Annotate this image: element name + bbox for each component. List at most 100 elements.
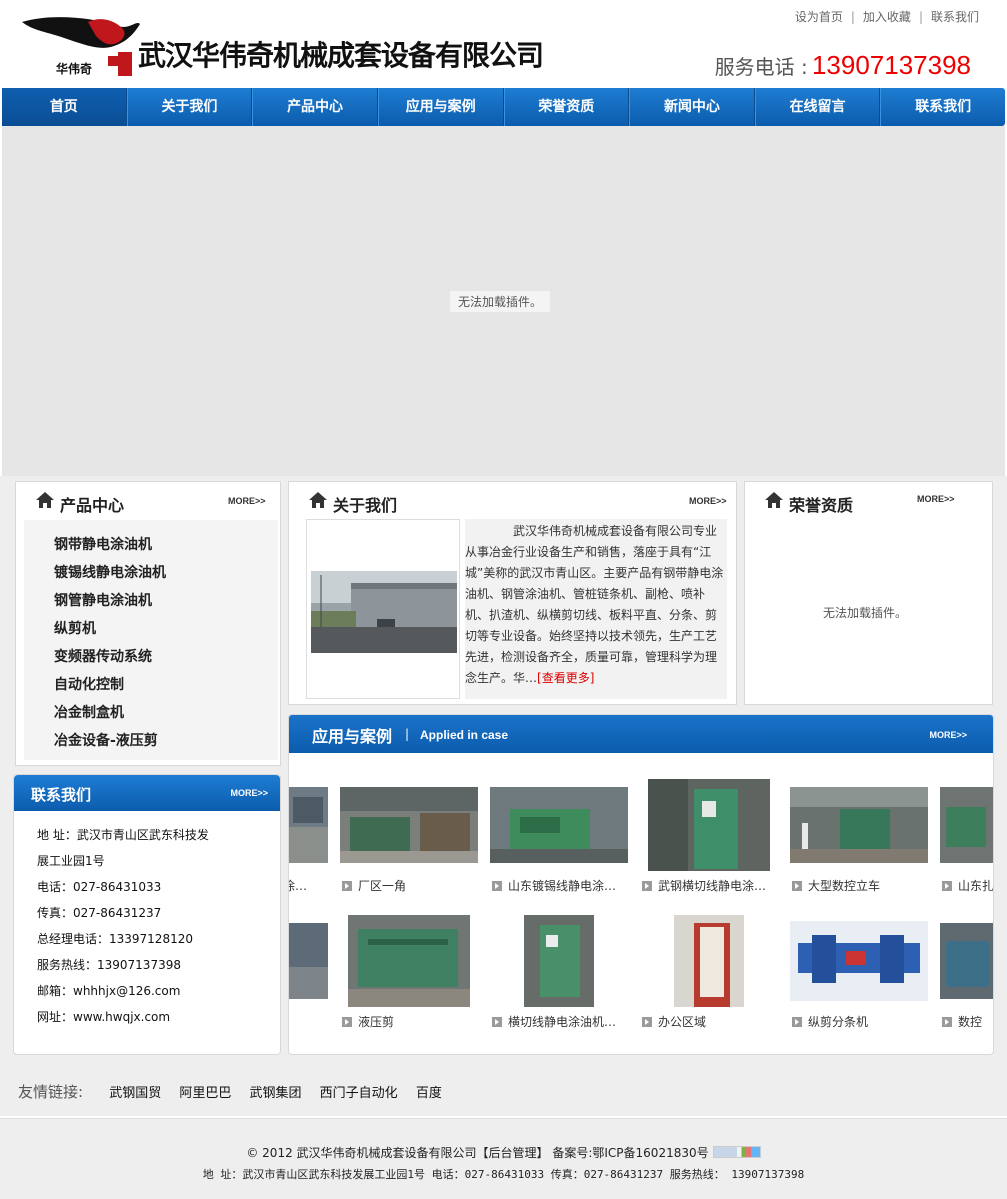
top-links: 设为首页 | 加入收藏 | 联系我们 (794, 10, 979, 24)
products-more-link[interactable]: MORE>> (228, 496, 266, 506)
service-hotline: 服务电话 : 13907137398 (715, 50, 971, 81)
product-item[interactable]: 变频器传动系统 (54, 646, 152, 666)
products-panel-header: 产品中心 MORE>> (16, 482, 280, 520)
arrow-right-icon (492, 1017, 502, 1027)
case-thumbnail[interactable] (340, 787, 478, 863)
case-caption[interactable]: 山东镀锡线静电涂… (492, 877, 632, 894)
logo-subtext: 华伟奇 (56, 62, 93, 76)
arrow-right-icon (492, 881, 502, 891)
product-item[interactable]: 冶金制盒机 (54, 702, 124, 722)
case-thumbnail[interactable] (940, 787, 994, 863)
case-caption-text: 山东扎 (958, 879, 994, 893)
case-caption[interactable]: 液压剪 (342, 1013, 482, 1030)
arrow-right-icon (642, 881, 652, 891)
case-caption-text: 横切线静电涂油机… (508, 1015, 617, 1029)
product-item[interactable]: 自动化控制 (54, 674, 124, 694)
cases-more-link[interactable]: MORE>> (929, 730, 967, 740)
product-item[interactable]: 镀锡线静电涂油机 (54, 562, 166, 582)
case-thumbnail[interactable] (490, 787, 628, 863)
case-thumbnail[interactable] (289, 787, 328, 863)
add-favorite-link[interactable]: 加入收藏 (863, 10, 911, 24)
case-thumbnail[interactable] (524, 915, 594, 1007)
case-caption[interactable]: 数控 (942, 1013, 993, 1030)
case-caption[interactable]: 办公区域 (642, 1013, 782, 1030)
contact-panel-header: 联系我们 MORE>> (14, 775, 280, 811)
contact-address-cont: 展工业园1号 (37, 854, 105, 868)
case-caption-text: 液压剪 (358, 1015, 395, 1029)
about-photo-frame (306, 519, 460, 699)
factory-photo[interactable] (311, 571, 457, 653)
banner-plugin-area: 无法加载插件。 (2, 126, 1005, 476)
case-thumbnail[interactable] (648, 779, 770, 871)
nav-message[interactable]: 在线留言 (754, 88, 881, 126)
home-icon (309, 492, 327, 508)
contact-manager-phone: 总经理电话：13397128120 (37, 932, 193, 946)
arrow-right-icon (642, 1017, 652, 1027)
case-caption[interactable]: 山东扎 (942, 877, 994, 894)
product-item[interactable]: 钢管静电涂油机 (54, 590, 152, 610)
site-header: 华伟奇 武汉华伟奇机械成套设备有限公司 设为首页 | 加入收藏 | 联系我们 服务电话 … (0, 0, 1007, 88)
footer-address: 地 址：武汉市青山区武东科技发展工业园1号 电话：027-86431033 传真… (202, 1168, 805, 1181)
set-homepage-link[interactable]: 设为首页 (795, 10, 843, 24)
friend-links-label: 友情链接: (18, 1083, 84, 1101)
company-logo[interactable]: 华伟奇 武汉华伟奇机械成套设备有限公司 (18, 12, 544, 82)
contact-fax: 传真：027-86431237 (37, 906, 162, 920)
case-caption[interactable]: 横切线静电涂油机… (492, 1013, 632, 1030)
nav-honors[interactable]: 荣誉资质 (503, 88, 630, 126)
friend-link[interactable]: 西门子自动化 (320, 1086, 398, 1101)
case-thumbnail[interactable] (348, 915, 470, 1007)
case-thumbnail[interactable] (289, 923, 328, 999)
case-thumbnail[interactable] (790, 921, 928, 1001)
cases-english-title: Applied in case (420, 728, 509, 742)
arrow-right-icon (942, 1017, 952, 1027)
product-item[interactable]: 纵剪机 (54, 618, 96, 638)
footer-copyright: © 2012 武汉华伟奇机械成套设备有限公司【后台管理】 备案号:鄂ICP备16… (0, 1144, 1007, 1161)
products-panel: 产品中心 MORE>> 钢带静电涂油机 镀锡线静电涂油机 钢管静电涂油机 纵剪机… (15, 481, 281, 766)
case-caption[interactable]: 武钢横切线静电涂… (642, 877, 782, 894)
contact-panel: 联系我们 MORE>> 地 址：武汉市青山区武东科技发 展工业园1号 电话：02… (13, 774, 281, 1055)
nav-contact[interactable]: 联系我们 (880, 88, 1005, 126)
contact-phone: 电话：027-86431033 (37, 880, 162, 894)
nav-products[interactable]: 产品中心 (252, 88, 378, 126)
friend-link[interactable]: 阿里巴巴 (179, 1086, 231, 1101)
about-description: 武汉华伟奇机械成套设备有限公司专业从事冶金行业设备生产和销售，落座于具有“江城”… (465, 524, 724, 685)
about-title: 关于我们 (333, 496, 398, 515)
case-thumbnail[interactable] (674, 915, 744, 1007)
about-text: 武汉华伟奇机械成套设备有限公司专业从事冶金行业设备生产和销售，落座于具有“江城”… (465, 519, 727, 699)
case-caption-text: 山东镀锡线静电涂… (508, 879, 617, 893)
honors-more-link[interactable]: MORE>> (917, 494, 955, 504)
nav-about[interactable]: 关于我们 (126, 88, 253, 126)
hotline-number: 13907137398 (811, 50, 971, 80)
case-thumbnail[interactable] (790, 787, 928, 863)
friend-link[interactable]: 百度 (416, 1086, 442, 1101)
about-panel: 关于我们 MORE>> 武汉华伟奇机械成套设备有限公司专业从事冶金行业设备生产和… (288, 481, 737, 705)
friend-link[interactable]: 武钢国贸 (109, 1086, 161, 1101)
nav-cases[interactable]: 应用与案例 (377, 88, 504, 126)
contact-more-link[interactable]: MORE>> (230, 788, 268, 798)
nav-news[interactable]: 新闻中心 (629, 88, 755, 126)
cnzz-badge-icon[interactable] (712, 1146, 761, 1158)
case-caption-text: 厂区一角 (358, 879, 407, 893)
case-caption[interactable]: 纵剪分条机 (792, 1013, 932, 1030)
arrow-right-icon (342, 1017, 352, 1027)
honors-panel-header: 荣誉资质 MORE>> (745, 482, 992, 520)
about-more-link[interactable]: MORE>> (689, 496, 727, 506)
contact-us-link[interactable]: 联系我们 (931, 10, 979, 24)
case-thumbnail[interactable] (940, 923, 994, 999)
home-icon (765, 492, 783, 508)
case-caption[interactable]: 厂区一角 (342, 877, 482, 894)
case-caption[interactable]: 涂… (289, 877, 323, 894)
about-read-more-link[interactable]: [查看更多] (537, 671, 594, 685)
product-item[interactable]: 钢带静电涂油机 (54, 534, 152, 554)
contact-title: 联系我们 (31, 786, 92, 804)
arrow-right-icon (942, 881, 952, 891)
nav-home[interactable]: 首页 (2, 88, 127, 126)
product-item[interactable]: 冶金设备-液压剪 (54, 730, 158, 750)
case-caption-text: 纵剪分条机 (808, 1015, 869, 1029)
friend-link[interactable]: 武钢集团 (250, 1086, 302, 1101)
cases-panel: 应用与案例 | Applied in case MORE>> 涂… 厂区一角 山… (288, 714, 994, 1055)
case-caption[interactable]: 大型数控立车 (792, 877, 932, 894)
product-list: 钢带静电涂油机 镀锡线静电涂油机 钢管静电涂油机 纵剪机 变频器传动系统 自动化… (24, 520, 278, 760)
plugin-error-message: 无法加载插件。 (823, 606, 908, 620)
case-caption-text: 大型数控立车 (808, 879, 881, 893)
